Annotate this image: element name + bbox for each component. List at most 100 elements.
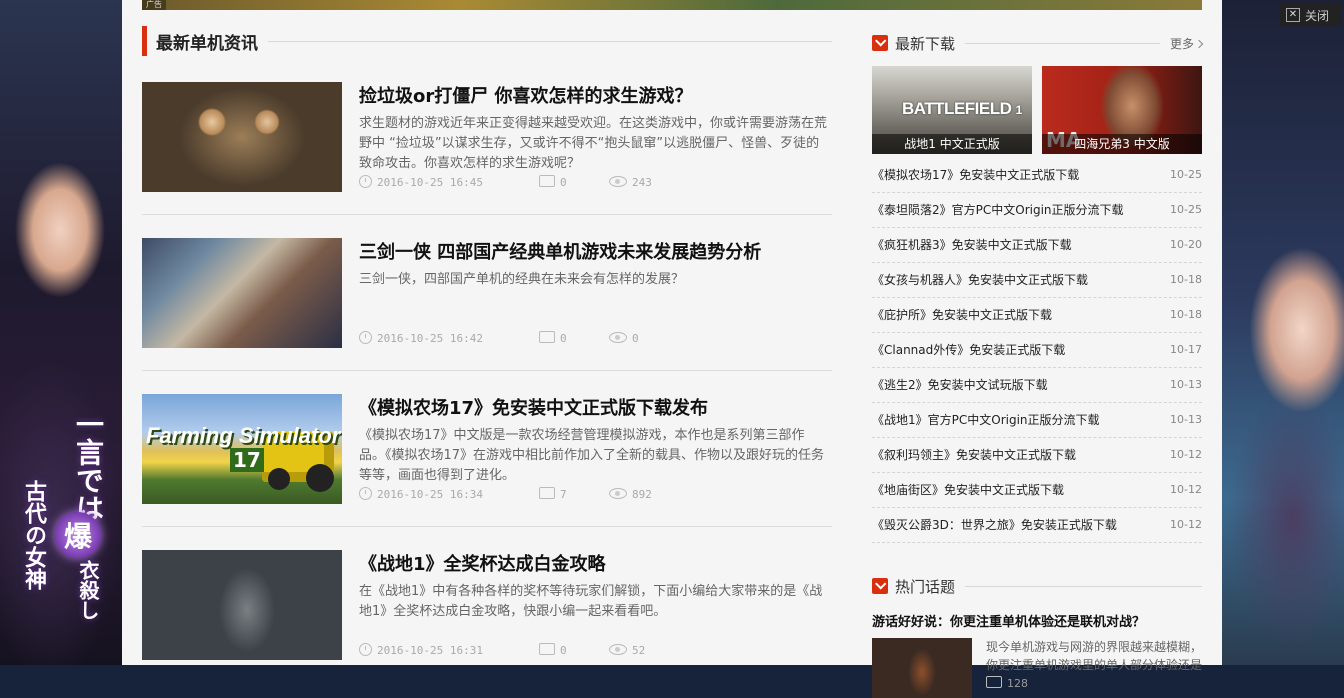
more-link[interactable]: 更多 (1169, 35, 1204, 52)
article-meta: 2016-10-25 16:31 0 52 (359, 643, 829, 659)
article-summary: 求生题材的游戏近年来正变得越来越受欢迎。在这类游戏中，你或许需要游荡在荒野中 “… (359, 116, 828, 171)
article-view-count: 0 (632, 332, 639, 345)
download-name[interactable]: 《疯狂机器3》免安装中文正式版下载 (872, 228, 1072, 262)
battlefield-logo-number: 1 (1015, 103, 1023, 117)
article-view-count: 892 (632, 488, 652, 501)
sidebar: 最新下载 更多 BATTLEFIELD 1 战地1 中文正式版 MA 四海兄弟3… (872, 30, 1204, 698)
article-meta: 2016-10-25 16:45 0 243 (359, 175, 829, 191)
poster-badge: 爆 (55, 512, 101, 558)
news-section: 最新单机资讯 捡垃圾or打僵尸 你喜欢怎样的求生游戏？ 求生题材的游戏近年来正变… (142, 26, 832, 660)
article-time: 2016-10-25 16:42 (377, 332, 483, 345)
article-thumbnail[interactable] (142, 82, 342, 192)
article-meta: 2016-10-25 16:34 7 892 (359, 487, 829, 503)
comment-icon (539, 487, 555, 499)
close-ad-label: 关闭 (1305, 8, 1330, 23)
download-date: 10-12 (1170, 448, 1202, 461)
download-name[interactable]: 《战地1》官方PC中文Origin正版分流下载 (872, 403, 1100, 437)
article-title[interactable]: 《模拟农场17》免安装中文正式版下载发布 (359, 397, 829, 421)
download-date: 10-12 (1170, 518, 1202, 531)
list-item[interactable]: 《毁灭公爵3D：世界之旅》免安装正式版下载 10-12 (872, 508, 1202, 543)
list-item[interactable]: 《疯狂机器3》免安装中文正式版下载 10-20 (872, 228, 1202, 263)
poster-subline: 古代の女神 (21, 480, 47, 590)
download-section-icon (872, 35, 888, 51)
topics-title: 热门话题 (895, 577, 956, 596)
list-item[interactable]: 《地庙街区》免安装中文正式版下载 10-12 (872, 473, 1202, 508)
list-item[interactable]: 《女孩与机器人》免安装中文正式版下载 10-18 (872, 263, 1202, 298)
article-title[interactable]: 《战地1》全奖杯达成白金攻略 (359, 553, 829, 577)
comment-icon (539, 175, 555, 187)
article-view-count: 243 (632, 176, 652, 189)
topic-comment-count[interactable]: 128 (1007, 677, 1028, 690)
featured-download-caption: 战地1 中文正式版 (872, 134, 1032, 154)
download-date: 10-18 (1170, 308, 1202, 321)
featured-download-caption: 四海兄弟3 中文版 (1042, 134, 1202, 154)
list-item[interactable]: 《战地1》官方PC中文Origin正版分流下载 10-13 (872, 403, 1202, 438)
download-name[interactable]: 《逃生2》免安装中文试玩版下载 (872, 368, 1048, 402)
section-title: 最新单机资讯 (156, 33, 258, 54)
download-name[interactable]: 《庇护所》免安装中文正式版下载 (872, 298, 1052, 332)
featured-download-card[interactable]: BATTLEFIELD 1 战地1 中文正式版 (872, 66, 1032, 154)
list-item[interactable]: 《逃生2》免安装中文试玩版下载 10-13 (872, 368, 1202, 403)
article-comment-count[interactable]: 7 (560, 488, 567, 501)
topic-item: 现今单机游戏与网游的界限越来越模糊，你更注重单机游戏里的单人部分体验还是 128 (872, 638, 1202, 698)
topic-thumbnail[interactable] (872, 638, 972, 698)
comment-icon (986, 676, 1002, 688)
section-header: 最新单机资讯 (142, 26, 832, 56)
article-comment-count[interactable]: 0 (560, 176, 567, 189)
download-name[interactable]: 《模拟农场17》免安装中文正式版下载 (872, 158, 1079, 192)
article-summary: 在《战地1》中有各种各样的奖杯等待玩家们解锁，下面小编给大家带来的是《战地1》全… (359, 584, 823, 619)
article-divider (142, 526, 832, 527)
article-thumbnail[interactable] (142, 550, 342, 660)
article-item: 《战地1》全奖杯达成白金攻略 在《战地1》中有各种各样的奖杯等待玩家们解锁，下面… (142, 550, 832, 660)
close-ad-button[interactable]: ✕ 关闭 (1280, 4, 1342, 26)
download-date: 10-13 (1170, 413, 1202, 426)
list-item[interactable]: 《叙利玛领主》免安装中文正式版下载 10-12 (872, 438, 1202, 473)
article-thumbnail[interactable]: Farming Simulator 17 (142, 394, 342, 504)
section-divider (268, 40, 832, 42)
featured-download-card[interactable]: MA 四海兄弟3 中文版 (1042, 66, 1202, 154)
download-date: 10-12 (1170, 483, 1202, 496)
clock-icon (359, 175, 372, 188)
article-summary: 《模拟农场17》中文版是一款农场经营管理模拟游戏，本作也是系列第三部作品。《模拟… (359, 428, 825, 483)
topic-meta: 128 (986, 676, 1028, 690)
clock-icon (359, 331, 372, 344)
list-item[interactable]: 《泰坦陨落2》官方PC中文Origin正版分流下载 10-25 (872, 193, 1202, 228)
section-accent-bar (142, 26, 147, 56)
download-date: 10-25 (1170, 203, 1202, 216)
article-comment-count[interactable]: 0 (560, 332, 567, 345)
article-title[interactable]: 三剑一侠 四部国产经典单机游戏未来发展趋势分析 (359, 241, 829, 265)
download-name[interactable]: 《女孩与机器人》免安装中文正式版下载 (872, 263, 1088, 297)
featured-downloads: BATTLEFIELD 1 战地1 中文正式版 MA 四海兄弟3 中文版 (872, 66, 1202, 154)
download-list: 《模拟农场17》免安装中文正式版下载 10-25 《泰坦陨落2》官方PC中文Ori… (872, 158, 1202, 543)
poster-tail: 衣殺し (76, 560, 100, 620)
article-comment-count[interactable]: 0 (560, 644, 567, 657)
article-divider (142, 370, 832, 371)
article-title[interactable]: 捡垃圾or打僵尸 你喜欢怎样的求生游戏？ (359, 85, 829, 109)
eye-icon (609, 176, 627, 187)
topic-summary: 现今单机游戏与网游的界限越来越模糊，你更注重单机游戏里的单人部分体验还是 (986, 640, 1202, 672)
list-item[interactable]: 《Clannad外传》免安装正式版下载 10-17 (872, 333, 1202, 368)
left-ad-background[interactable]: 一言では 爆 衣殺し 古代の女神 (0, 0, 122, 665)
download-name[interactable]: 《毁灭公爵3D：世界之旅》免安装正式版下载 (872, 508, 1117, 542)
list-item[interactable]: 《模拟农场17》免安装中文正式版下载 10-25 (872, 158, 1202, 193)
downloads-header: 最新下载 更多 (872, 30, 1204, 56)
list-item[interactable]: 《庇护所》免安装中文正式版下载 10-18 (872, 298, 1202, 333)
topic-title[interactable]: 游话好好说：你更注重单机体验还是联机对战？ (872, 611, 1202, 630)
article-view-count: 52 (632, 644, 646, 657)
download-name[interactable]: 《地庙街区》免安装中文正式版下载 (872, 473, 1064, 507)
topic-section-icon (872, 578, 888, 594)
downloads-divider (965, 42, 1160, 44)
more-label: 更多 (1169, 36, 1194, 51)
top-ad-banner[interactable] (142, 0, 1202, 10)
download-name[interactable]: 《泰坦陨落2》官方PC中文Origin正版分流下载 (872, 193, 1124, 227)
article-thumbnail[interactable] (142, 238, 342, 348)
article-time: 2016-10-25 16:34 (377, 488, 483, 501)
comment-icon (539, 643, 555, 655)
download-date: 10-17 (1170, 343, 1202, 356)
eye-icon (609, 644, 627, 655)
right-ad-background[interactable] (1222, 0, 1344, 665)
article-summary: 三剑一侠，四部国产单机的经典在未来会有怎样的发展？ (359, 272, 685, 287)
download-name[interactable]: 《Clannad外传》免安装正式版下载 (872, 333, 1065, 367)
download-name[interactable]: 《叙利玛领主》免安装中文正式版下载 (872, 438, 1076, 472)
download-date: 10-25 (1170, 168, 1202, 181)
